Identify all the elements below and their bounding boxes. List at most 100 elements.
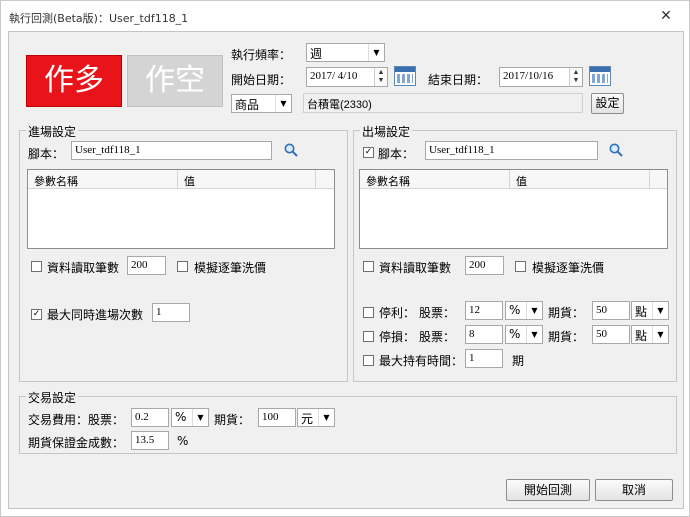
chevron-down-icon[interactable]: ▼ xyxy=(526,302,542,319)
trade-settings-group: 交易設定 交易費用：股票： 0.2 % ▼ 期貨： 100 元 ▼ 期貨保證金成數：… xyxy=(19,389,677,454)
entry-read-bars-value: 200 xyxy=(131,259,148,271)
fee-futures-label: 期貨： xyxy=(214,413,251,427)
exit-read-bars-field[interactable]: 200 xyxy=(465,256,504,275)
stop-loss-futures-unit: 點 xyxy=(635,329,648,343)
max-hold-value: 1 xyxy=(469,352,475,364)
chevron-down-icon[interactable]: ▼ xyxy=(192,409,208,426)
start-date-spinner[interactable]: ▲ ▼ xyxy=(374,68,387,86)
entry-read-bars-label: 資料讀取筆數 xyxy=(47,261,120,275)
exit-read-bars-label: 資料讀取筆數 xyxy=(379,261,452,275)
stop-loss-checkbox[interactable] xyxy=(363,331,374,342)
checkmark-icon: ✓ xyxy=(32,309,41,319)
stop-loss-futures-value: 50 xyxy=(596,328,607,340)
backtest-dialog: 執行回測(Beta版)：User_tdf118_1 ✕ 作多 作空 執行頻率： … xyxy=(0,0,690,517)
product-type-select[interactable]: 商品 ▼ xyxy=(231,94,292,113)
title-bar: 執行回測(Beta版)：User_tdf118_1 ✕ xyxy=(1,1,689,31)
fee-stock-unit-select[interactable]: % ▼ xyxy=(171,408,209,427)
entry-simulate-checkbox[interactable] xyxy=(177,261,188,272)
stop-loss-futures-unit-select[interactable]: 點 ▼ xyxy=(631,325,669,344)
fee-label: 交易費用：股票： xyxy=(28,413,125,427)
calendar-icon[interactable] xyxy=(394,66,416,86)
calendar-icon[interactable] xyxy=(589,66,611,86)
settings-button[interactable]: 設定 xyxy=(591,93,624,114)
entry-read-bars-checkbox[interactable] xyxy=(31,261,42,272)
chevron-down-icon[interactable]: ▼ xyxy=(526,326,542,343)
exit-simulate-checkbox[interactable] xyxy=(515,261,526,272)
entry-simulate-label: 模擬逐筆洗價 xyxy=(194,261,267,275)
stop-loss-stock-unit-select[interactable]: % ▼ xyxy=(505,325,543,344)
take-profit-futures-label: 期貨： xyxy=(548,306,585,320)
exit-script-label: 腳本： xyxy=(378,147,415,161)
stop-loss-stock-value: 8 xyxy=(469,328,475,340)
search-icon[interactable] xyxy=(608,142,624,158)
start-date-label: 開始日期： xyxy=(231,73,292,87)
entry-settings-title: 進場設定 xyxy=(26,123,79,140)
cancel-button[interactable]: 取消 xyxy=(595,479,673,501)
column-header-param: 參數名稱 xyxy=(28,170,178,189)
product-field[interactable]: 台積電(2330) xyxy=(303,93,583,113)
entry-max-entries-field[interactable]: 1 xyxy=(152,303,190,322)
frequency-value: 週 xyxy=(310,47,323,61)
margin-field[interactable]: 13.5 xyxy=(131,431,169,450)
margin-label: 期貨保證金成數： xyxy=(28,436,125,450)
chevron-down-icon[interactable]: ▼ xyxy=(275,95,291,112)
long-button[interactable]: 作多 xyxy=(26,55,122,107)
take-profit-stock-field[interactable]: 12 xyxy=(465,301,503,320)
entry-script-label: 腳本： xyxy=(28,147,65,161)
take-profit-futures-field[interactable]: 50 xyxy=(592,301,630,320)
checkmark-icon: ✓ xyxy=(364,147,373,157)
end-date-field[interactable]: 2017/10/16 ▲ ▼ xyxy=(499,67,583,87)
max-hold-checkbox[interactable] xyxy=(363,355,374,366)
frequency-select[interactable]: 週 ▼ xyxy=(306,43,385,62)
fee-futures-unit-select[interactable]: 元 ▼ xyxy=(297,408,335,427)
column-header-param: 參數名稱 xyxy=(360,170,510,189)
margin-value: 13.5 xyxy=(135,434,155,446)
stop-loss-label: 停損： xyxy=(379,330,416,344)
entry-read-bars-field[interactable]: 200 xyxy=(127,256,166,275)
margin-unit: % xyxy=(177,434,189,448)
short-button[interactable]: 作空 xyxy=(127,55,223,107)
end-date-label: 結束日期： xyxy=(428,73,489,87)
start-backtest-button[interactable]: 開始回測 xyxy=(506,479,590,501)
end-date-spinner[interactable]: ▲ ▼ xyxy=(569,68,582,86)
exit-script-checkbox[interactable]: ✓ xyxy=(363,147,374,158)
take-profit-stock-label: 股票： xyxy=(419,306,456,320)
max-hold-unit: 期 xyxy=(512,354,525,368)
fee-stock-unit: % xyxy=(175,410,187,424)
dialog-body: 作多 作空 執行頻率： 週 ▼ 開始日期： 2017/ 4/10 ▲ ▼ 結束日期… xyxy=(8,31,684,509)
fee-futures-value: 100 xyxy=(262,411,279,423)
stop-loss-futures-label: 期貨： xyxy=(548,330,585,344)
chevron-down-icon[interactable]: ▼ xyxy=(318,409,334,426)
fee-stock-field[interactable]: 0.2 xyxy=(131,408,169,427)
max-hold-field[interactable]: 1 xyxy=(465,349,503,368)
chevron-down-icon[interactable]: ▼ xyxy=(368,44,384,61)
window-title: 執行回測(Beta版)：User_tdf118_1 xyxy=(9,12,189,25)
stop-loss-stock-field[interactable]: 8 xyxy=(465,325,503,344)
entry-script-field[interactable]: User_tdf118_1 xyxy=(71,141,272,160)
take-profit-stock-value: 12 xyxy=(469,304,480,316)
entry-max-entries-value: 1 xyxy=(156,306,162,318)
take-profit-stock-unit-select[interactable]: % ▼ xyxy=(505,301,543,320)
max-hold-label: 最大持有時間： xyxy=(379,354,464,368)
product-value: 台積電(2330) xyxy=(307,99,372,111)
exit-script-field[interactable]: User_tdf118_1 xyxy=(425,141,598,160)
take-profit-futures-unit-select[interactable]: 點 ▼ xyxy=(631,301,669,320)
exit-params-header: 參數名稱 值 xyxy=(360,170,667,189)
chevron-down-icon[interactable]: ▼ xyxy=(652,326,668,343)
search-icon[interactable] xyxy=(283,142,299,158)
entry-max-entries-label: 最大同時進場次數 xyxy=(47,308,144,322)
take-profit-futures-unit: 點 xyxy=(635,305,648,319)
exit-settings-title: 出場設定 xyxy=(360,123,413,140)
fee-futures-field[interactable]: 100 xyxy=(258,408,296,427)
chevron-down-icon[interactable]: ▼ xyxy=(652,302,668,319)
entry-max-entries-checkbox[interactable]: ✓ xyxy=(31,309,42,320)
start-date-field[interactable]: 2017/ 4/10 ▲ ▼ xyxy=(306,67,388,87)
exit-read-bars-checkbox[interactable] xyxy=(363,261,374,272)
take-profit-checkbox[interactable] xyxy=(363,307,374,318)
entry-params-table: 參數名稱 值 xyxy=(27,169,335,249)
product-type-value: 商品 xyxy=(235,98,260,112)
close-icon[interactable]: ✕ xyxy=(655,7,677,25)
take-profit-label: 停利： xyxy=(379,306,416,320)
stop-loss-stock-label: 股票： xyxy=(419,330,456,344)
stop-loss-futures-field[interactable]: 50 xyxy=(592,325,630,344)
